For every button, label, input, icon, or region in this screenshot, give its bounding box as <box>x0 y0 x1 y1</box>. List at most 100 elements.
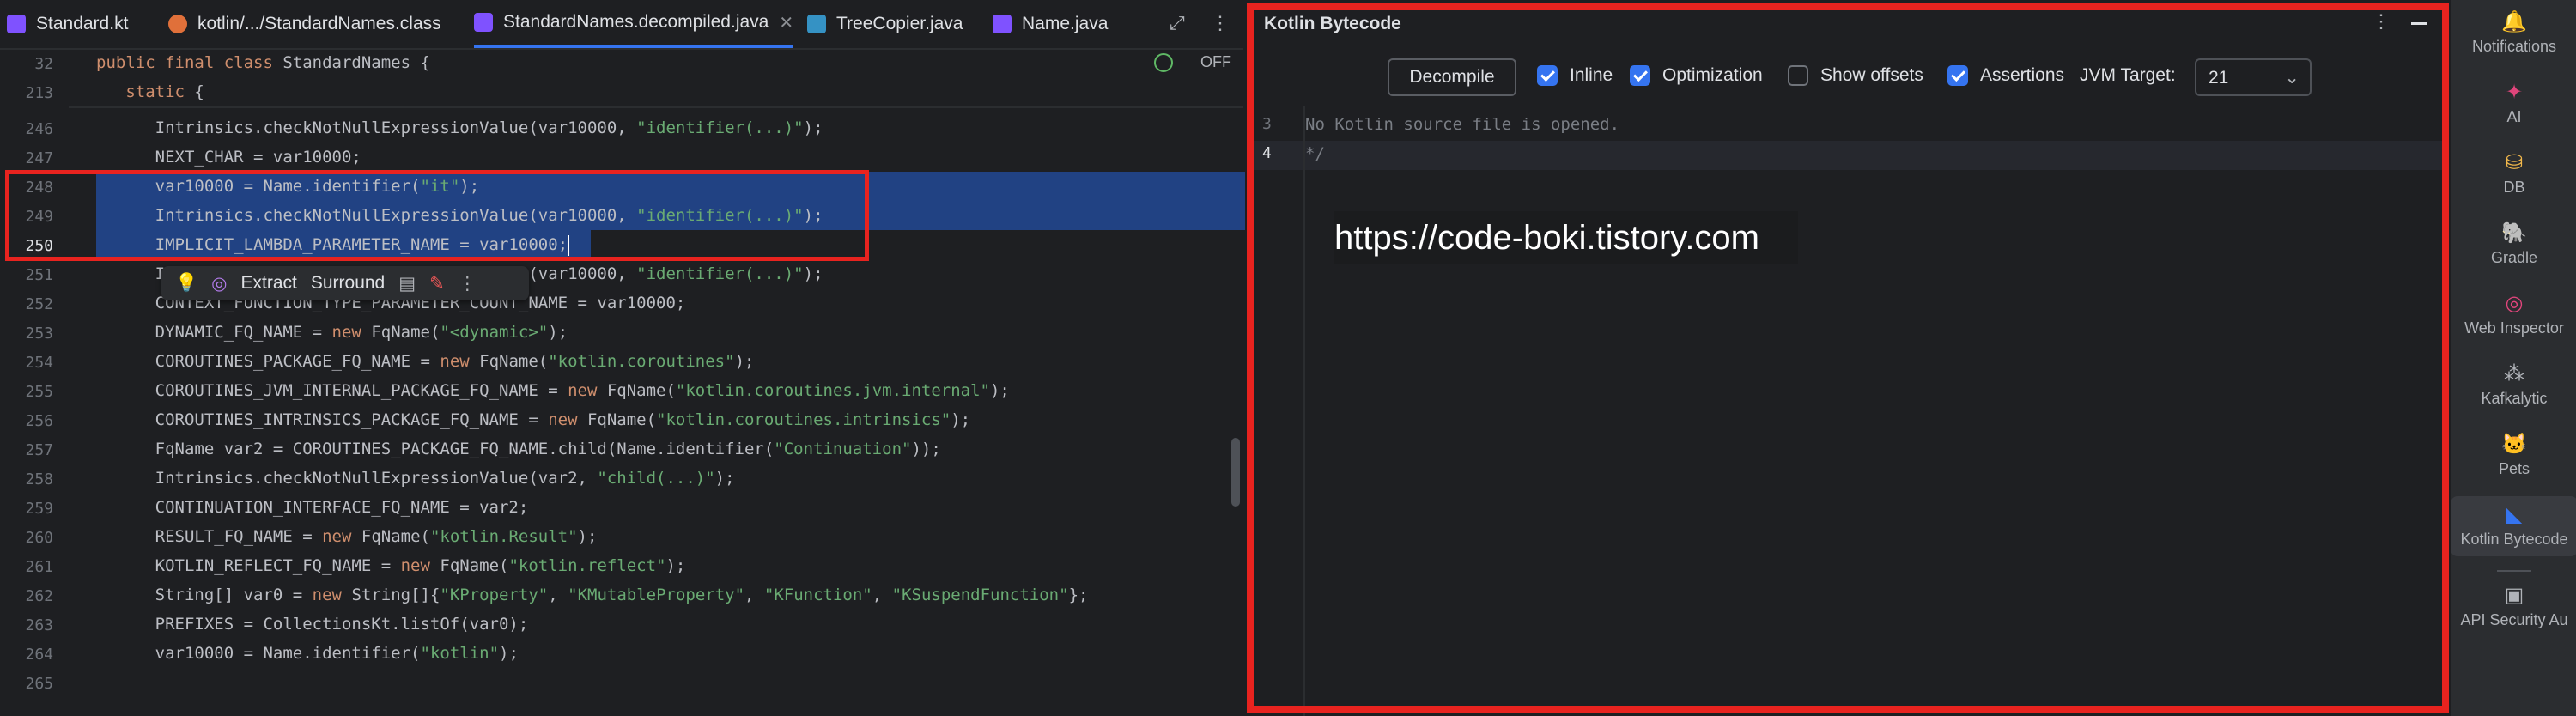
line-number: 247 <box>25 149 53 167</box>
tab-standardnames-class[interactable]: kotlin/.../StandardNames.class <box>168 0 441 48</box>
string-literal: "child(...)" <box>597 469 715 488</box>
code-token: StandardNames { <box>283 53 430 72</box>
tool-notifications[interactable]: 🔔 Notifications <box>2451 10 2576 56</box>
code-editor: Standard.kt kotlin/.../StandardNames.cla… <box>0 0 1245 716</box>
keyword: new <box>322 527 361 546</box>
line-number: 213 <box>25 84 53 102</box>
line-number: 258 <box>25 470 53 488</box>
line-number: 255 <box>25 383 53 401</box>
code-token: RESULT_FQ_NAME = <box>96 527 323 546</box>
code-line[interactable]: COROUTINES_JVM_INTERNAL_PACKAGE_FQ_NAME … <box>96 376 1010 405</box>
inspection-widget-icon[interactable] <box>1154 53 1173 72</box>
tab-label: Name.java <box>1022 14 1109 33</box>
lightbulb-icon[interactable]: 💡 <box>175 273 197 294</box>
tool-label: Notifications <box>2471 38 2557 55</box>
class-file-icon <box>168 15 187 33</box>
code-token: CONTINUATION_INTERFACE_FQ_NAME = var2; <box>96 498 529 517</box>
line-number: 257 <box>25 441 53 459</box>
more-options-icon[interactable]: ⋮ <box>459 273 477 294</box>
tool-api-security[interactable]: ▣ API Security Au <box>2451 584 2576 629</box>
code-token: ); <box>989 381 1010 400</box>
code-line[interactable]: KOTLIN_REFLECT_FQ_NAME = new FqName("kot… <box>96 551 686 580</box>
keyword: new <box>568 381 607 400</box>
code-token: ); <box>734 352 755 371</box>
code-line[interactable]: CONTINUATION_INTERFACE_FQ_NAME = var2; <box>96 493 529 522</box>
tool-web-inspector[interactable]: ◎ Web Inspector <box>2451 292 2576 337</box>
java-file-icon <box>993 15 1012 33</box>
kotlin-bytecode-icon: ◣ <box>2506 503 2523 526</box>
code-line[interactable]: PREFIXES = CollectionsKt.listOf(var0); <box>96 610 529 639</box>
tool-gradle[interactable]: 🐘 Gradle <box>2451 221 2576 267</box>
more-options-icon[interactable]: ⋮ <box>1211 12 1230 34</box>
tool-kafkalytic[interactable]: ⁂ Kafkalytic <box>2451 362 2576 408</box>
close-icon[interactable]: ✕ <box>779 12 793 33</box>
code-line[interactable]: COROUTINES_PACKAGE_FQ_NAME = new FqName(… <box>96 347 755 376</box>
tool-db[interactable]: ⛁ DB <box>2451 151 2576 197</box>
string-literal: "KSuspendFunction" <box>891 586 1069 604</box>
code-token: Intrinsics.checkNotNullExpressionValue(v… <box>96 118 637 137</box>
tool-label: Web Inspector <box>2464 319 2564 337</box>
kafkalytic-icon: ⁂ <box>2504 362 2524 385</box>
string-literal: "identifier(...)" <box>636 264 804 283</box>
tab-standardnames-decompiled[interactable]: StandardNames.decompiled.java ✕ <box>474 0 794 48</box>
string-literal: "<dynamic>" <box>440 323 549 342</box>
tool-label: Gradle <box>2490 249 2538 266</box>
code-line[interactable]: COROUTINES_INTRINSICS_PACKAGE_FQ_NAME = … <box>96 405 970 434</box>
vertical-scrollbar[interactable] <box>1231 438 1240 507</box>
code-line[interactable]: Intrinsics.checkNotNullExpressionValue(v… <box>96 464 735 493</box>
sticky-code-line[interactable]: static { <box>96 77 204 106</box>
tool-kotlin-bytecode[interactable]: ◣ Kotlin Bytecode <box>2451 496 2576 556</box>
tab-label: kotlin/.../StandardNames.class <box>197 14 441 33</box>
string-literal: "KProperty" <box>440 586 549 604</box>
maximize-icon[interactable]: ⤢ <box>1170 12 1185 34</box>
tab-name-java[interactable]: Name.java <box>993 0 1108 48</box>
tool-label: AI <box>2506 108 2522 125</box>
code-token: COROUTINES_JVM_INTERNAL_PACKAGE_FQ_NAME … <box>96 381 568 400</box>
code-token: DYNAMIC_FQ_NAME = <box>96 323 332 342</box>
code-line[interactable]: FqName var2 = COROUTINES_PACKAGE_FQ_NAME… <box>96 434 941 464</box>
line-number: 32 <box>34 55 53 73</box>
code-token: ); <box>714 469 735 488</box>
code-token: var10000 = Name.identifier( <box>96 644 421 663</box>
line-number: 254 <box>25 354 53 372</box>
ai-spiral-icon[interactable]: ◎ <box>211 273 227 294</box>
extract-button[interactable]: Extract <box>240 273 296 294</box>
line-number: 262 <box>25 587 53 605</box>
code-token: ); <box>548 323 568 342</box>
string-literal: "kotlin" <box>420 644 500 663</box>
tab-standard-kt[interactable]: Standard.kt <box>7 0 128 48</box>
surround-button[interactable]: Surround <box>311 273 385 294</box>
api-security-icon: ▣ <box>2504 584 2524 607</box>
code-token: FqName var2 = COROUTINES_PACKAGE_FQ_NAME… <box>96 440 775 458</box>
code-line[interactable]: RESULT_FQ_NAME = new FqName("kotlin.Resu… <box>96 522 598 551</box>
string-literal: "KFunction" <box>763 586 872 604</box>
line-number: 263 <box>25 616 53 634</box>
code-token: ); <box>665 556 686 575</box>
sticky-code-line[interactable]: public final class StandardNames { <box>96 48 430 77</box>
string-literal: "Continuation" <box>774 440 912 458</box>
ai-assistant-icon: ✦ <box>2505 81 2524 104</box>
comment-icon[interactable]: ▤ <box>398 273 416 294</box>
floating-code-toolbar: 💡 ◎ Extract Surround ▤ ✎ ⋮ <box>161 266 529 300</box>
keyword: static <box>96 82 195 101</box>
keyword: public final class <box>96 53 283 72</box>
code-line[interactable]: var10000 = Name.identifier("kotlin"); <box>96 639 519 668</box>
code-line[interactable]: Intrinsics.checkNotNullExpressionValue(v… <box>96 113 823 143</box>
keyword: new <box>331 323 372 342</box>
code-token: FqName( <box>440 556 509 575</box>
annotation-box <box>1247 3 2449 713</box>
tool-ai[interactable]: ✦ AI <box>2451 81 2576 126</box>
reformat-icon[interactable]: ✎ <box>429 273 445 294</box>
java-file-icon <box>474 13 493 32</box>
code-token: ); <box>577 527 598 546</box>
tool-pets[interactable]: 🐱 Pets <box>2451 433 2576 478</box>
code-line[interactable]: NEXT_CHAR = var10000; <box>96 143 361 172</box>
code-line[interactable]: String[] var0 = new String[]{"KProperty"… <box>96 580 1089 610</box>
tab-label: Standard.kt <box>36 14 129 33</box>
line-number: 253 <box>25 325 53 343</box>
inspection-toggle[interactable]: OFF <box>1200 53 1231 71</box>
java-file-icon <box>807 15 826 33</box>
code-line[interactable]: DYNAMIC_FQ_NAME = new FqName("<dynamic>"… <box>96 318 568 347</box>
tab-treecopier[interactable]: TreeCopier.java <box>807 0 963 48</box>
annotation-box <box>5 170 869 261</box>
